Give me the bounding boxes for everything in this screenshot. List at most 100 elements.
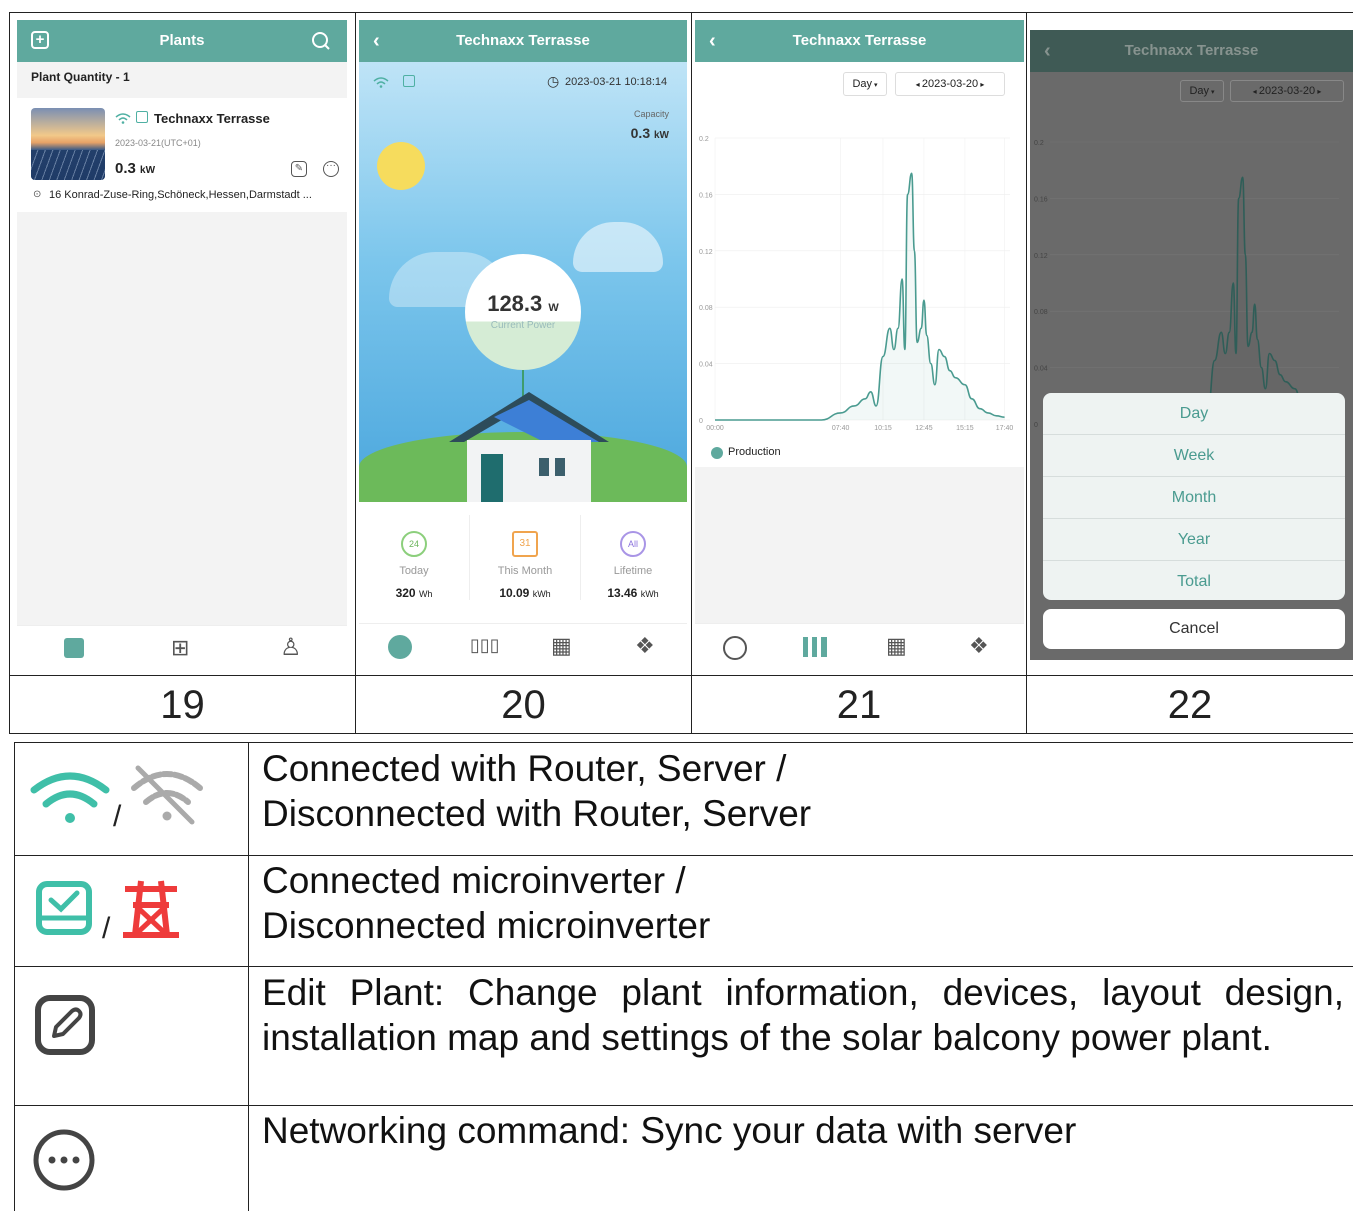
legend-table-border xyxy=(14,855,1353,856)
plant-quantity: Plant Quantity - 1 xyxy=(31,70,130,84)
stat-lifetime: All Lifetime 13.46 kWh xyxy=(579,515,687,600)
production-line xyxy=(714,172,1005,421)
period-selector[interactable]: Day ▾ xyxy=(843,72,887,96)
calendar-icon: 31 xyxy=(512,531,538,557)
y-tick-label: 0.2 xyxy=(1034,140,1044,147)
chart-tab-icon[interactable]: ▯▯▯ xyxy=(470,635,500,656)
capacity-value: 0.3 kW xyxy=(631,125,669,141)
legend-table-border xyxy=(248,742,249,1211)
chart-panel: Day ▾ ◂ 2023-03-20 ▸ 0 0.04 0.08 0.12 0.16 0.… xyxy=(695,62,1024,467)
today-icon: 24 xyxy=(401,531,427,557)
page-title: Technaxx Terrasse xyxy=(456,32,590,49)
devices-tab-icon[interactable]: ❖ xyxy=(635,633,655,659)
icon-separator: / xyxy=(102,912,111,945)
chart-header: ‹ Technaxx Terrasse xyxy=(695,20,1024,62)
stat-this-month: 31 This Month 10.09 kWh xyxy=(469,515,581,600)
grid-icon[interactable]: ⊞ xyxy=(171,637,193,660)
sun xyxy=(377,142,425,190)
plant-power-value: 0.3 xyxy=(115,160,136,177)
devices-tab-icon[interactable]: ❖ xyxy=(969,633,989,659)
menu-option-year[interactable]: Year xyxy=(1043,519,1345,561)
edit-icon xyxy=(35,995,95,1055)
plants-header: + Plants xyxy=(17,20,347,62)
date-value: 2023-03-20 xyxy=(1258,85,1316,97)
stat-number: 13.46 xyxy=(607,586,638,600)
y-tick-label: 0.12 xyxy=(1034,253,1048,260)
dashboard-icon[interactable] xyxy=(723,636,747,660)
legend-table-border xyxy=(14,742,1353,743)
legend-text: Connected with Router, Server / Disconne… xyxy=(262,748,812,834)
back-icon[interactable]: ‹ xyxy=(373,20,380,62)
user-icon[interactable]: ♙ xyxy=(280,636,302,660)
back-icon[interactable]: ‹ xyxy=(1044,30,1051,72)
table-col-divider xyxy=(1026,12,1027,734)
menu-option-month[interactable]: Month xyxy=(1043,477,1345,519)
table-col-divider xyxy=(691,12,692,734)
screen-number: 19 xyxy=(160,683,205,727)
cancel-button[interactable]: Cancel xyxy=(1043,609,1345,649)
table-top-border xyxy=(9,12,1353,13)
menu-option-week[interactable]: Week xyxy=(1043,435,1345,477)
stat-today: 24 Today 320 Wh xyxy=(359,515,469,600)
production-chart: 0 0.04 0.08 0.12 0.16 0.2 00:00 07:40 10:15 12:45… xyxy=(699,136,1013,432)
back-icon[interactable]: ‹ xyxy=(709,20,716,62)
panels-tab-icon[interactable]: ▦ xyxy=(886,633,907,659)
y-tick-label: 0.16 xyxy=(699,192,713,199)
stat-number: 10.09 xyxy=(499,586,530,600)
date-picker[interactable]: ◂ 2023-03-20 ▸ xyxy=(895,72,1005,96)
x-tick-label: 10:15 xyxy=(874,425,892,432)
plant-power-unit: kW xyxy=(140,165,156,176)
menu-option-total[interactable]: Total xyxy=(1043,561,1345,600)
icon-separator: / xyxy=(113,800,122,833)
period-selector[interactable]: Day ▾ xyxy=(1180,80,1224,102)
stat-value: 13.46 kWh xyxy=(579,586,687,600)
panels-tab-icon[interactable]: ▦ xyxy=(551,633,572,659)
page-title: Technaxx Terrasse xyxy=(1124,42,1259,59)
tower-icon xyxy=(123,880,179,938)
legend-table-border xyxy=(14,742,15,1211)
timestamp: 2023-03-21 10:18:14 xyxy=(565,76,668,88)
wifi-icon xyxy=(115,113,131,124)
next-date-icon[interactable]: ▸ xyxy=(978,80,984,89)
legend-table-border xyxy=(14,966,1353,967)
current-power-value: 128.3 W xyxy=(465,291,581,317)
bottom-tab-bar: ⊞ ♙ xyxy=(17,625,347,672)
wifi-off-icon xyxy=(131,765,203,825)
y-tick-label: 0.2 xyxy=(699,136,709,143)
plant-card[interactable]: Technaxx Terrasse 2023-03-21(UTC+01) 0.3… xyxy=(17,98,347,212)
microinverter-icon xyxy=(36,881,92,935)
current-power-label: Current Power xyxy=(490,320,556,331)
chart-screen: ‹ Technaxx Terrasse Day ▾ ◂ 2023-03-20 ▸… xyxy=(695,20,1024,672)
stat-unit: kWh xyxy=(532,589,551,599)
list-icon[interactable] xyxy=(64,638,84,658)
add-plant-icon[interactable]: + xyxy=(31,31,49,49)
wifi-icon xyxy=(373,77,389,88)
stat-unit: kWh xyxy=(640,589,659,599)
search-icon[interactable] xyxy=(311,31,331,51)
screen-number: 22 xyxy=(1167,683,1213,727)
dashboard-screen: ‹ Technaxx Terrasse ◷ 2023-03-21 10:18:1… xyxy=(359,20,687,672)
plants-screen: + Plants Plant Quantity - 1 Technaxx Ter… xyxy=(17,20,347,672)
plant-thumbnail-panels xyxy=(31,150,105,180)
lifetime-icon: All xyxy=(620,531,646,557)
capacity-number: 0.3 xyxy=(630,125,651,141)
y-tick-label: 0.08 xyxy=(699,305,713,312)
more-icon[interactable]: ··· xyxy=(323,161,339,177)
period-menu: Day Week Month Year Total xyxy=(1043,393,1345,600)
date-picker[interactable]: ◂ 2023-03-20 ▸ xyxy=(1230,80,1344,102)
edit-icon[interactable]: ✎ xyxy=(291,161,307,177)
next-date-icon[interactable]: ▸ xyxy=(1315,87,1321,96)
dashboard-header: ‹ Technaxx Terrasse xyxy=(359,20,687,62)
screen-number: 20 xyxy=(501,683,546,727)
legend-table-border xyxy=(14,1105,1353,1106)
location-icon: ⊙ xyxy=(33,189,42,200)
stat-value: 10.09 kWh xyxy=(470,586,580,600)
menu-option-day[interactable]: Day xyxy=(1043,393,1345,435)
y-tick-label: 0.12 xyxy=(699,249,713,256)
period-value: Day xyxy=(1189,85,1210,97)
dashboard-icon[interactable] xyxy=(388,635,412,659)
plant-power: 0.3 kW xyxy=(115,160,155,177)
x-tick-label: 15:15 xyxy=(956,425,974,432)
page-title: Technaxx Terrasse xyxy=(792,32,927,49)
chart-tab-icon[interactable] xyxy=(803,637,827,657)
